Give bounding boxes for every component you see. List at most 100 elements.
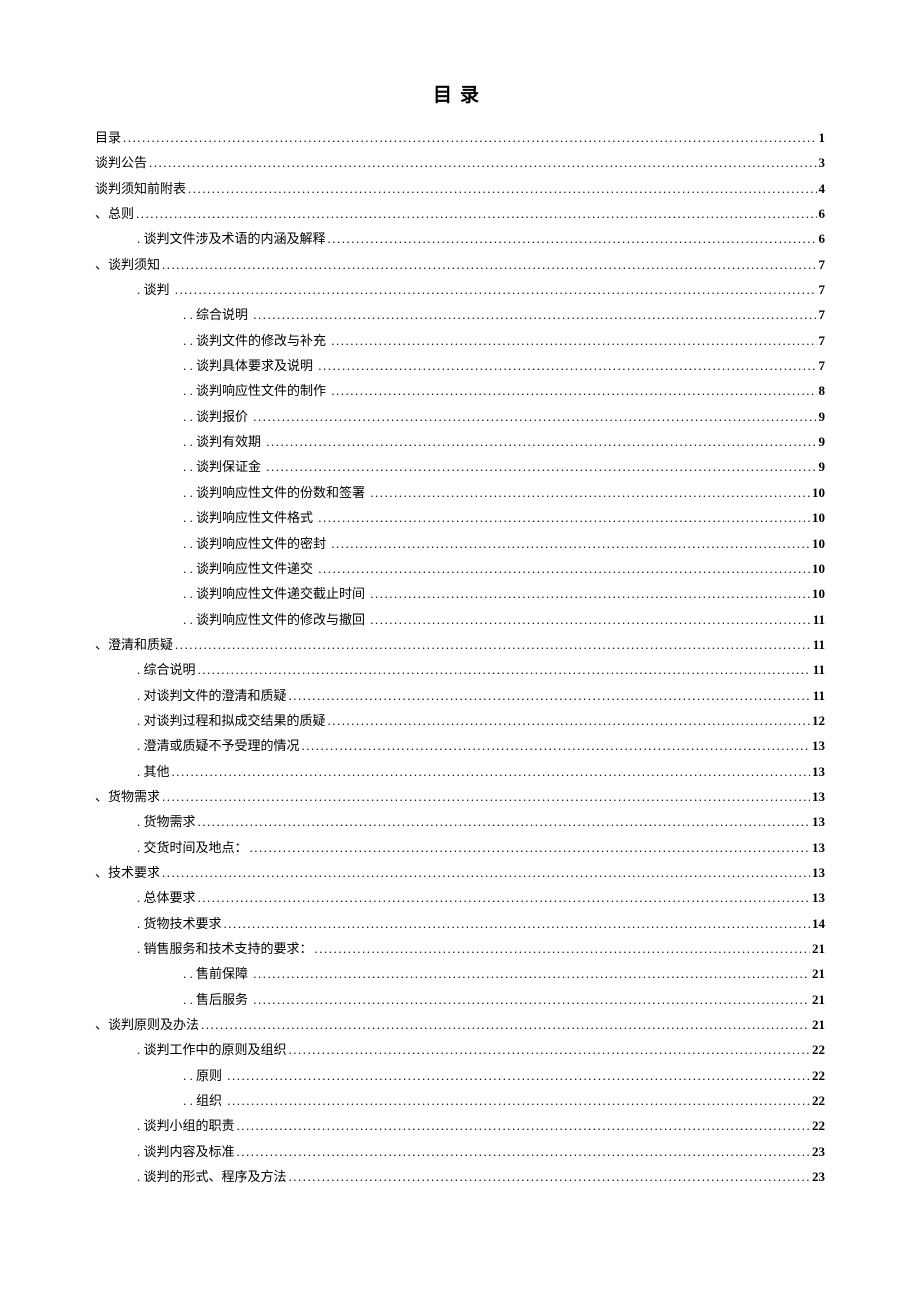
toc-entry[interactable]: 谈判响应性文件递交10 [95,556,825,581]
toc-entry[interactable]: 原则22 [95,1063,825,1088]
toc-entry-label: 谈判的形式、程序及方法 [137,1164,287,1189]
toc-leader-dots [224,911,810,936]
toc-entry[interactable]: 销售服务和技术支持的要求：21 [95,936,825,961]
toc-entry[interactable]: 售前保障21 [95,961,825,986]
toc-entry-label: 交货时间及地点： [137,835,248,860]
toc-entry[interactable]: 货物技术要求14 [95,911,825,936]
toc-entry-label: 谈判文件涉及术语的内涵及解释 [137,226,326,251]
toc-entry-page: 10 [812,531,825,556]
toc-leader-dots [237,1139,810,1164]
toc-entry[interactable]: 谈判响应性文件递交截止时间10 [95,581,825,606]
toc-entry[interactable]: 谈判响应性文件的制作8 [95,378,825,403]
toc-leader-dots [289,683,811,708]
toc-entry[interactable]: 组织22 [95,1088,825,1113]
toc-entry[interactable]: 谈判响应性文件的份数和签署 10 [95,480,825,505]
toc-entry[interactable]: 谈判内容及标准23 [95,1139,825,1164]
toc-leader-dots [370,607,810,632]
toc-entry[interactable]: 谈判的形式、程序及方法 23 [95,1164,825,1189]
toc-entry[interactable]: 货物需求13 [95,784,825,809]
toc-entry[interactable]: 谈判报价9 [95,404,825,429]
toc-entry[interactable]: 谈判保证金 9 [95,454,825,479]
toc-entry-label: 售前保障 [183,961,251,986]
toc-entry-label: 谈判响应性文件的份数和签署 [183,480,368,505]
toc-entry-page: 14 [812,911,825,936]
toc-entry[interactable]: 澄清或质疑不予受理的情况13 [95,733,825,758]
toc-entry-page: 11 [813,632,825,657]
toc-entry-label: 谈判须知前附表 [95,176,186,201]
toc-entry[interactable]: 谈判文件的修改与补充7 [95,328,825,353]
toc-entry[interactable]: 对谈判过程和拟成交结果的质疑12 [95,708,825,733]
toc-leader-dots [331,328,816,353]
toc-entry-page: 23 [812,1164,825,1189]
toc-entry-label: 其他 [137,759,170,784]
toc-entry-page: 11 [813,657,825,682]
toc-leader-dots [253,302,816,327]
toc-entry[interactable]: 售后服务21 [95,987,825,1012]
toc-entry-page: 10 [812,505,825,530]
toc-title: 目录 [95,80,825,107]
toc-leader-dots [331,531,810,556]
toc-entry-page: 9 [819,454,826,479]
toc-entry[interactable]: 交货时间及地点：13 [95,835,825,860]
toc-entry-label: 货物需求 [95,784,160,809]
toc-entry-label: 总则 [95,201,134,226]
toc-entry-label: 谈判工作中的原则及组织 [137,1037,287,1062]
toc-leader-dots [227,1063,810,1088]
toc-entry[interactable]: 总体要求13 [95,885,825,910]
toc-entry[interactable]: 谈判文件涉及术语的内涵及解释 6 [95,226,825,251]
toc-leader-dots [289,1037,810,1062]
toc-entry[interactable]: 谈判响应性文件格式10 [95,505,825,530]
toc-leader-dots [370,480,810,505]
toc-leader-dots [331,378,816,403]
toc-entry-page: 9 [819,429,826,454]
toc-leader-dots [198,885,810,910]
toc-entry[interactable]: 谈判须知7 [95,252,825,277]
toc-entry[interactable]: 技术要求13 [95,860,825,885]
toc-entry[interactable]: 谈判7 [95,277,825,302]
toc-leader-dots [198,657,811,682]
toc-entry[interactable]: 谈判响应性文件的密封10 [95,531,825,556]
toc-entry-label: 货物需求 [137,809,196,834]
toc-leader-dots [318,505,810,530]
toc-entry-label: 销售服务和技术支持的要求： [137,936,313,961]
toc-entry-label: 售后服务 [183,987,251,1012]
toc-entry[interactable]: 谈判具体要求及说明7 [95,353,825,378]
toc-entry[interactable]: 谈判须知前附表4 [95,176,825,201]
toc-entry[interactable]: 澄清和质疑11 [95,632,825,657]
toc-entry-page: 22 [812,1037,825,1062]
toc-leader-dots [136,201,816,226]
toc-entry-page: 6 [819,226,826,251]
toc-entry[interactable]: 综合说明11 [95,657,825,682]
toc-entry-label: 技术要求 [95,860,160,885]
toc-entry-label: 谈判须知 [95,252,160,277]
toc-entry-label: 目录 [95,125,121,150]
toc-entry[interactable]: 谈判有效期9 [95,429,825,454]
toc-entry[interactable]: 对谈判文件的澄清和质疑11 [95,683,825,708]
toc-entry-label: 谈判保证金 [183,454,264,479]
toc-entry-label: 谈判响应性文件的制作 [183,378,329,403]
toc-entry-page: 22 [812,1088,825,1113]
toc-leader-dots [162,252,816,277]
toc-leader-dots [149,150,816,175]
toc-entry-page: 23 [812,1139,825,1164]
toc-entry-label: 综合说明 [183,302,251,327]
toc-entry[interactable]: 货物需求13 [95,809,825,834]
toc-leader-dots [188,176,816,201]
toc-entry[interactable]: 谈判工作中的原则及组织 22 [95,1037,825,1062]
toc-entry-label: 谈判原则及办法 [95,1012,199,1037]
toc-entry[interactable]: 综合说明7 [95,302,825,327]
toc-entry-label: 谈判响应性文件的修改与撤回 [183,607,368,632]
toc-entry[interactable]: 谈判响应性文件的修改与撤回11 [95,607,825,632]
toc-entry-page: 10 [812,480,825,505]
toc-entry[interactable]: 其他 13 [95,759,825,784]
toc-entry-page: 1 [819,125,826,150]
toc-entry[interactable]: 总则6 [95,201,825,226]
toc-entry-page: 13 [812,759,825,784]
toc-leader-dots [266,429,816,454]
toc-entry-label: 对谈判过程和拟成交结果的质疑 [137,708,326,733]
toc-entry[interactable]: 谈判公告3 [95,150,825,175]
toc-entry[interactable]: 谈判小组的职责22 [95,1113,825,1138]
toc-entry[interactable]: 谈判原则及办法21 [95,1012,825,1037]
toc-leader-dots [315,936,810,961]
toc-entry[interactable]: 目录 1 [95,125,825,150]
